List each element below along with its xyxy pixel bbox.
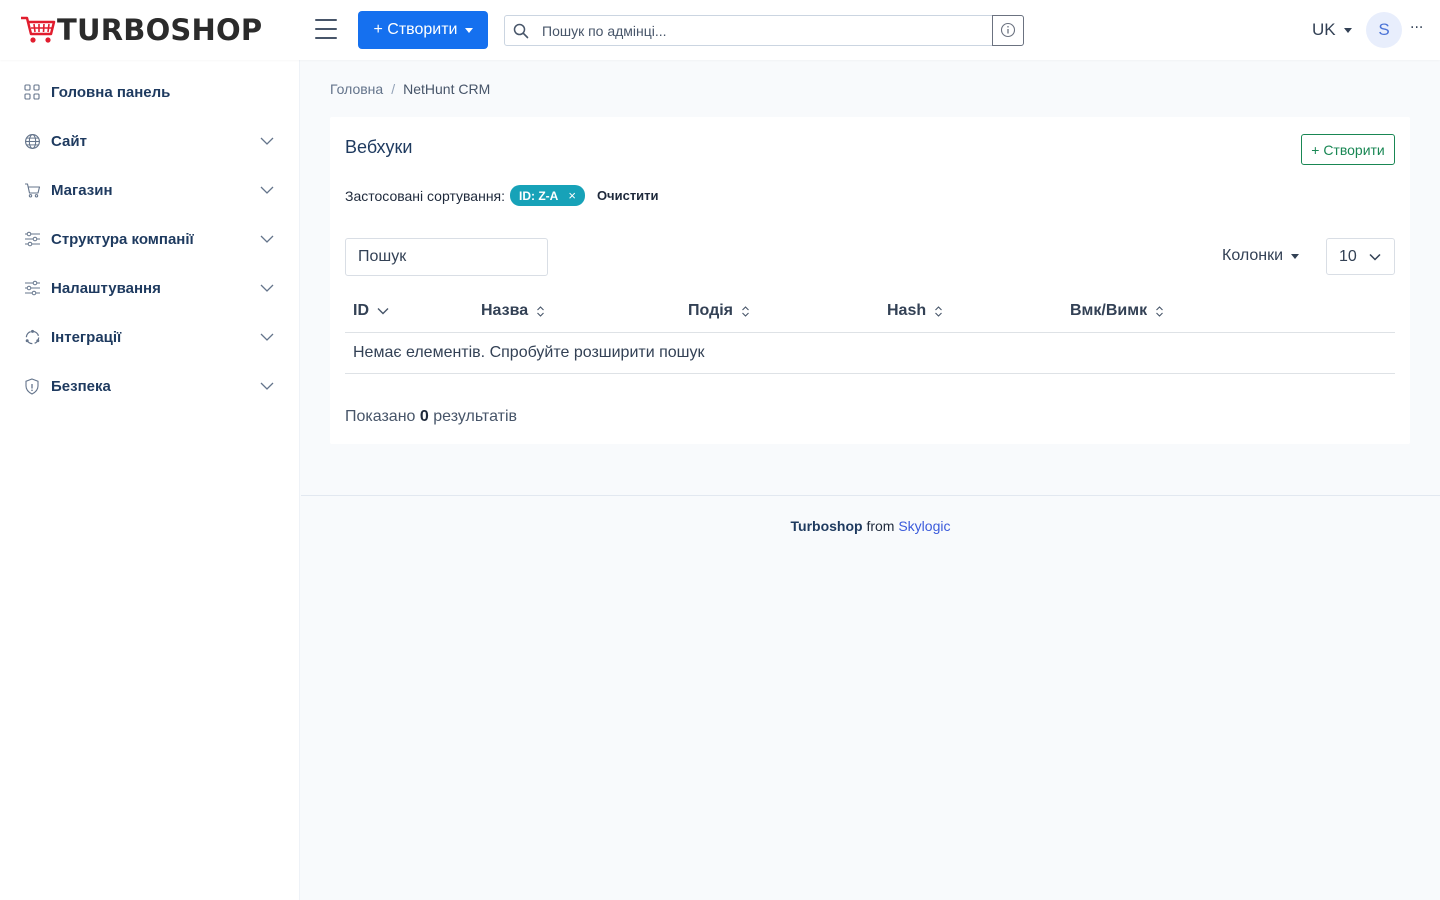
chevron-down-icon	[260, 382, 274, 390]
sort-icon	[537, 305, 545, 317]
breadcrumb-current: NetHunt CRM	[403, 81, 491, 97]
info-icon	[1000, 22, 1016, 38]
footer-from: from	[866, 518, 895, 534]
create-webhook-button[interactable]: + Створити	[1301, 134, 1395, 165]
column-header-id[interactable]: ID	[353, 302, 389, 320]
close-icon[interactable]: ×	[568, 188, 576, 203]
sidebar-item-integrations[interactable]: Інтеграції	[22, 325, 278, 349]
sidebar-item-label: Налаштування	[51, 279, 161, 297]
column-header-name[interactable]: Назва	[481, 302, 545, 320]
language-selector[interactable]: UK	[1312, 20, 1352, 40]
integrations-sync-icon	[22, 327, 42, 347]
chevron-down-icon	[1369, 253, 1381, 261]
header-create-button[interactable]: + Створити	[358, 11, 488, 49]
column-header-event[interactable]: Подія	[688, 302, 750, 320]
sort-chip[interactable]: ID: Z-A ×	[510, 185, 585, 206]
sidebar-item-label: Магазин	[51, 181, 113, 199]
empty-state-text: Немає елементів. Спробуйте розширити пош…	[353, 344, 705, 361]
page-title: Вебхуки	[345, 137, 413, 157]
chevron-down-icon	[260, 137, 274, 145]
footer-brand: Turboshop	[790, 518, 863, 534]
results-summary: Показано 0 результатів	[345, 408, 517, 426]
sort-desc-icon	[377, 308, 389, 315]
chevron-down-icon	[260, 235, 274, 243]
results-suffix: результатів	[433, 408, 517, 425]
table-row: Немає елементів. Спробуйте розширити пош…	[345, 333, 1395, 374]
menu-toggle-icon[interactable]	[315, 19, 337, 39]
breadcrumb: Головна / NetHunt CRM	[330, 81, 490, 97]
chevron-down-icon	[260, 284, 274, 292]
column-header-label: Назва	[481, 302, 529, 319]
results-count: 0	[419, 408, 429, 425]
sidebar-item-dashboard[interactable]: Головна панель	[22, 80, 278, 104]
caret-down-icon	[1343, 27, 1352, 33]
webhooks-card: Вебхуки + Створити Застосовані сортуванн…	[330, 117, 1410, 444]
footer-company-link[interactable]: Skylogic	[898, 518, 950, 534]
footer: Turboshop from Skylogic	[301, 518, 1440, 534]
sort-chip-label: ID: Z-A	[519, 188, 559, 203]
columns-dropdown[interactable]: Колонки	[1222, 247, 1300, 265]
applied-sorts-label: Застосовані сортування:	[345, 187, 506, 204]
avatar[interactable]: S	[1366, 12, 1402, 48]
logo-text: TURBOSHOP	[57, 13, 263, 47]
sidebar-item-security[interactable]: Безпека	[22, 374, 278, 398]
applied-sorts: Застосовані сортування: ID: Z-A × Очисти…	[345, 185, 659, 206]
sidebar: Головна панель Сайт Магазин Структура ко…	[0, 60, 300, 900]
sort-icon	[742, 305, 749, 317]
structure-sliders-icon	[22, 229, 42, 249]
search-info-button[interactable]	[992, 14, 1024, 46]
table-search-input[interactable]	[345, 238, 548, 276]
admin-search	[504, 14, 1024, 46]
breadcrumb-separator: /	[391, 81, 396, 97]
column-header-hash[interactable]: Hash	[887, 302, 943, 320]
clear-sorts-link[interactable]: Очистити	[597, 188, 659, 203]
top-header: TURBOSHOP + Створити UK S ···	[0, 0, 1440, 60]
sidebar-item-label: Головна панель	[51, 83, 171, 101]
per-page-select[interactable]: 10	[1326, 238, 1395, 275]
sort-icon	[935, 305, 943, 317]
sidebar-item-company-structure[interactable]: Структура компанії	[22, 227, 278, 251]
breadcrumb-home-link[interactable]: Головна	[330, 81, 383, 97]
caret-down-icon	[1291, 253, 1300, 259]
sidebar-item-label: Безпека	[51, 377, 111, 395]
sidebar-item-shop[interactable]: Магазин	[22, 178, 278, 202]
dashboard-grid-icon	[22, 82, 42, 102]
cart-icon	[22, 180, 42, 200]
globe-icon	[22, 131, 42, 151]
per-page-value: 10	[1339, 247, 1357, 265]
column-header-label: ID	[353, 302, 369, 319]
column-header-label: Вмк/Вимк	[1070, 302, 1148, 319]
sidebar-item-site[interactable]: Сайт	[22, 129, 278, 153]
settings-sliders-icon	[22, 278, 42, 298]
header-create-label: + Створити	[373, 21, 458, 38]
sidebar-item-settings[interactable]: Налаштування	[22, 276, 278, 300]
chevron-down-icon	[260, 186, 274, 194]
search-icon	[513, 23, 529, 38]
results-prefix: Показано	[345, 408, 416, 425]
footer-divider	[301, 495, 1440, 496]
more-options-icon[interactable]: ···	[1410, 20, 1423, 36]
cart-logo-icon	[21, 16, 56, 43]
columns-label: Колонки	[1222, 247, 1284, 264]
sidebar-item-label: Інтеграції	[51, 328, 122, 346]
sort-icon	[1156, 305, 1163, 317]
column-header-label: Подія	[688, 302, 733, 319]
sidebar-item-label: Сайт	[51, 132, 87, 150]
admin-search-input[interactable]	[542, 22, 992, 39]
language-label: UK	[1312, 20, 1336, 39]
chevron-down-icon	[260, 333, 274, 341]
shield-icon	[22, 376, 42, 396]
logo[interactable]: TURBOSHOP	[20, 14, 262, 46]
column-header-label: Hash	[887, 302, 927, 319]
table-header: ID Назва Подія Hash Вмк/Вимк	[345, 295, 1395, 333]
sidebar-item-label: Структура компанії	[51, 230, 194, 248]
caret-down-icon	[464, 27, 473, 33]
column-header-enabled[interactable]: Вмк/Вимк	[1070, 302, 1164, 320]
